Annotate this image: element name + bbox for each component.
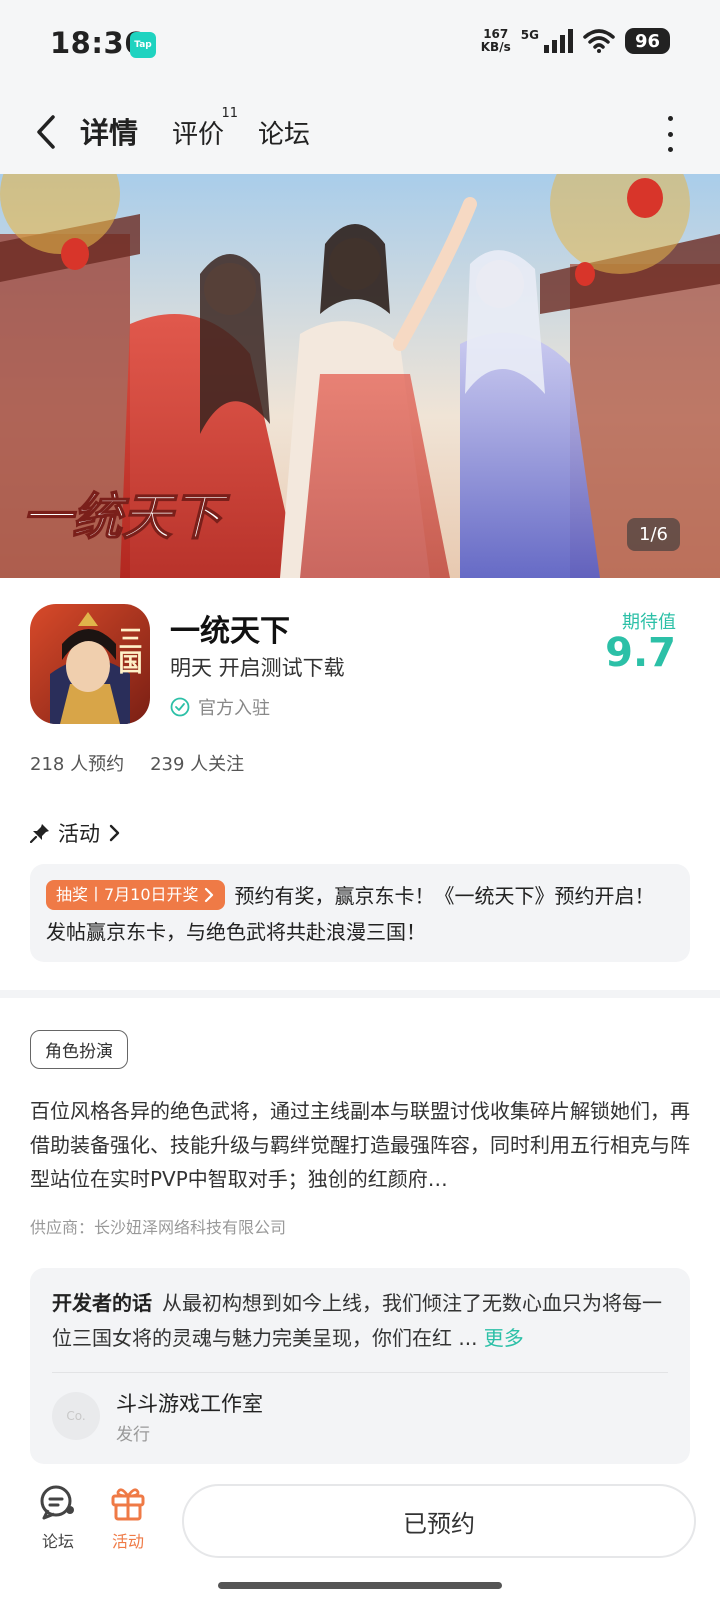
activity-tab-button[interactable]: 活动 (98, 1484, 158, 1552)
taptap-notification-icon: Tap (130, 32, 156, 58)
banner-artwork: 一统天下 (0, 174, 720, 578)
reserved-button[interactable]: 已预约 (182, 1484, 696, 1558)
activity-card[interactable]: 抽奖丨7月10日开奖 预约有奖，赢京东卡！《一统天下》预约开启！发帖赢京东卡，与… (30, 864, 690, 962)
banner-page-counter: 1/6 (627, 518, 680, 551)
official-label: 官方入驻 (198, 698, 270, 719)
more-options-button[interactable] (660, 116, 680, 152)
tab-review[interactable]: 评价 11 (172, 106, 238, 151)
developer-divider (52, 1372, 668, 1373)
game-description[interactable]: 百位风格各异的绝色武将，通过主线副本与联盟讨伐收集碎片解锁她们，再借助装备强化、… (30, 1094, 690, 1196)
forum-chat-icon (40, 1485, 74, 1520)
gift-icon (111, 1488, 145, 1521)
developer-note[interactable]: 开发者的话 从最初构想到如今上线，我们倾注了无数心血只为将每一位三国女将的灵魂与魅… (52, 1286, 672, 1356)
reservation-count: 218 人预约 (30, 754, 125, 775)
developer-note-label: 开发者的话 (52, 1291, 152, 1315)
game-stats: 218 人预约 239 人关注 (30, 750, 244, 776)
genre-tag[interactable]: 角色扮演 (30, 1030, 128, 1069)
network-speed: 167 KB/s (481, 28, 511, 54)
game-icon-text: 三国 (114, 626, 141, 674)
more-dot-icon (667, 131, 673, 137)
activity-section-header[interactable]: 活动 (30, 818, 120, 848)
game-title: 一统天下 (170, 614, 290, 649)
back-arrow-icon (37, 115, 55, 149)
signal-icon (543, 29, 573, 53)
banner-logo-text: 一统天下 (22, 489, 230, 545)
tab-forum[interactable]: 论坛 (258, 114, 310, 151)
expectation-score: 9.7 (605, 630, 676, 676)
forum-label: 论坛 (41, 1532, 74, 1551)
supplier-info: 供应商：长沙妞泽网络科技有限公司 (30, 1218, 287, 1237)
home-indicator[interactable] (218, 1582, 502, 1589)
chevron-right-icon (109, 824, 120, 842)
section-divider (0, 990, 720, 998)
developer-card[interactable]: 开发者的话 从最初构想到如今上线，我们倾注了无数心血只为将每一位三国女将的灵魂与魅… (30, 1268, 690, 1464)
official-badge: 官方入驻 (170, 694, 270, 720)
developer-role: 发行 (116, 1425, 150, 1445)
more-link[interactable]: 更多 (484, 1326, 524, 1350)
verified-check-icon (170, 697, 190, 717)
game-release-info: 明天 开启测试下载 (170, 656, 345, 680)
developer-name[interactable]: 斗斗游戏工作室 (116, 1388, 263, 1418)
developer-avatar[interactable]: Co. (52, 1392, 100, 1440)
game-app-icon[interactable]: 三国 (30, 604, 150, 724)
wifi-icon (583, 29, 615, 53)
bottom-action-bar: 论坛 活动 已预约 (0, 1464, 720, 1600)
tab-detail-label: 详情 (80, 116, 139, 150)
activity-tab-label: 活动 (111, 1532, 144, 1551)
tab-forum-label: 论坛 (258, 120, 311, 150)
follower-count: 239 人关注 (150, 754, 245, 775)
network-speed-unit: KB/s (480, 40, 511, 54)
more-dot-icon (667, 116, 673, 121)
network-type: 5G (520, 28, 539, 42)
chevron-right-icon (204, 887, 213, 903)
lottery-tag-label: 抽奖丨7月10日开奖 (56, 885, 199, 904)
status-indicators: 167 KB/s 5G 96 (481, 28, 670, 54)
more-dot-icon (667, 147, 673, 152)
tab-detail[interactable]: 详情 (77, 110, 142, 152)
activity-heading: 活动 (58, 822, 100, 846)
lottery-tag[interactable]: 抽奖丨7月10日开奖 (46, 880, 225, 910)
battery-indicator: 96 (624, 28, 670, 54)
pin-icon (30, 824, 49, 843)
forum-button[interactable]: 论坛 (28, 1484, 88, 1552)
banner-carousel[interactable]: 一统天下 1/6 (0, 174, 720, 578)
review-count-badge: 11 (221, 106, 239, 121)
back-button[interactable] (28, 110, 64, 154)
top-nav: 详情 评价 11 论坛 (0, 90, 720, 174)
tab-review-label: 评价 (172, 120, 225, 150)
status-bar: 18:36 Tap 167 KB/s 5G 96 (0, 0, 720, 90)
game-icon-artwork: 三国 (30, 604, 150, 724)
